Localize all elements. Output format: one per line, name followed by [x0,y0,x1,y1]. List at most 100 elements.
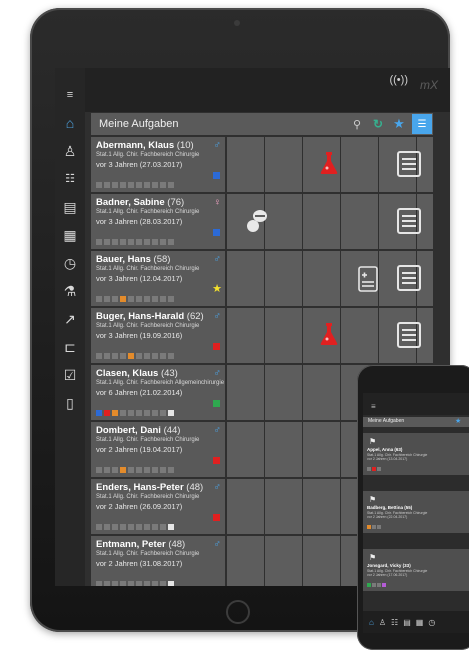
task-grid-cell[interactable] [227,308,264,363]
task-list-icon[interactable] [397,208,421,234]
phone-star-icon[interactable]: ★ [455,417,461,425]
task-grid-cell[interactable] [341,308,378,363]
medication-pill-icon[interactable] [246,209,268,233]
task-grid-cell[interactable] [227,536,264,586]
status-chip [104,182,110,188]
phone-status-chips [367,467,381,471]
status-chip [136,524,142,530]
task-grid-cell[interactable] [265,365,302,420]
phone-patient-row[interactable]: ⚑ Badberg, Bettina (55) Stat.1 Allg. Chir.… [363,491,469,533]
phone-patient-icon[interactable]: ♙ [379,618,386,627]
phone-clock-icon[interactable]: ◷ [428,618,435,627]
task-grid-cell[interactable] [303,365,340,420]
bed-icon[interactable]: ⊏ [60,338,80,356]
task-grid-cell[interactable] [227,422,264,477]
patient-department: Stat.1 Allg. Chir. Fachbereich Allgemein… [96,380,225,386]
task-grid-cell[interactable] [227,251,264,306]
patient-info[interactable]: Badner, Sabine (76) Stat.1 Allg. Chir. Fa… [91,194,225,249]
phone-status-chips [367,583,386,587]
task-list-icon[interactable] [397,151,421,177]
status-chip [168,182,174,188]
lab-flask-icon[interactable] [319,151,339,175]
status-chip [152,524,158,530]
task-grid-cell[interactable] [341,194,378,249]
status-chip [112,239,118,245]
vital-sheet-icon[interactable] [358,266,378,292]
task-grid-cell[interactable] [265,251,302,306]
lab-flask-icon[interactable]: ⚗ [60,282,80,300]
task-grid-cell[interactable] [303,479,340,534]
home-button[interactable] [226,600,250,624]
patient-age: (48) [183,482,204,493]
clock-icon[interactable]: ◷ [60,254,80,272]
patient-name: Badner, Sabine (76) [96,197,220,208]
patient-info[interactable]: Clasen, Klaus (43) Stat.1 Allg. Chir. Fac… [91,365,225,420]
phone-patient-row[interactable]: ⚑ Jonsgard, Vicky (33) Stat.1 Allg. Chir. … [363,549,469,591]
priority-marker [213,400,220,407]
task-list-icon[interactable] [397,322,421,348]
patient-info[interactable]: Enders, Hans-Peter (48) Stat.1 Allg. Chir… [91,479,225,534]
status-chip [128,239,134,245]
refresh-icon[interactable]: ↻ [370,116,386,132]
lab-flask-icon[interactable] [319,322,339,346]
task-grid-cell[interactable] [227,137,264,192]
status-chip [120,524,126,530]
task-grid-cell[interactable] [265,479,302,534]
task-grid-cell[interactable] [303,536,340,586]
phone-patient-date: vor 2 Jahren (17.06.2017) [367,573,408,577]
patient-info[interactable]: Entmann, Peter (48) Stat.1 Allg. Chir. Fa… [91,536,225,586]
home-icon[interactable]: ⌂ [60,114,80,132]
status-chip [112,467,118,473]
phone-home-icon[interactable]: ⌂ [369,618,374,627]
patient-department: Stat.1 Allg. Chir. Fachbereich Chirurgie [96,494,200,500]
task-grid-cell[interactable] [265,422,302,477]
task-grid-cell[interactable] [303,251,340,306]
status-chip [120,353,126,359]
chart-icon[interactable]: ↗ [60,310,80,328]
checkbox-icon[interactable]: ☑ [60,366,80,384]
list-view-button[interactable]: ☰ [412,114,432,134]
patient-info[interactable]: Dombert, Dani (44) Stat.1 Allg. Chir. Fac… [91,422,225,477]
patient-info[interactable]: Bauer, Hans (58) Stat.1 Allg. Chir. Fachb… [91,251,225,306]
phone-menu-icon[interactable]: ≡ [371,402,376,411]
phone-document-icon[interactable]: ▦ [416,618,424,627]
male-icon: ♂ [213,311,222,322]
phone-topbar: ≡ [363,393,469,415]
patient-icon[interactable]: ♙ [60,142,80,160]
patients-group-icon[interactable]: ☷ [60,170,80,188]
phone-group-icon[interactable]: ☷ [391,618,398,627]
patient-row[interactable]: Buger, Hans-Harald (62) Stat.1 Allg. Chir… [91,308,433,363]
status-chips [96,353,174,359]
patient-row[interactable]: Abermann, Klaus (10) Stat.1 Allg. Chir. F… [91,137,433,192]
phone-device: ≡ Meine Aufgaben ★ ⚑ Appel, Anna (63) Stat… [357,365,469,650]
task-grid-cell[interactable] [227,365,264,420]
status-chip [160,410,166,416]
task-grid-cell[interactable] [265,308,302,363]
favorite-star-icon[interactable]: ★ [391,116,407,132]
status-chip [104,581,110,586]
menu-icon[interactable]: ≡ [60,86,80,104]
task-grid-cell[interactable] [265,137,302,192]
task-grid-cell[interactable] [303,194,340,249]
task-list-icon[interactable] [397,265,421,291]
document-icon[interactable]: ▦ [60,226,80,244]
patient-row[interactable]: Bauer, Hans (58) Stat.1 Allg. Chir. Fachb… [91,251,433,306]
phone-clipboard-icon[interactable]: ▤ [403,618,411,627]
admission-date: vor 2 Jahren (19.04.2017) [96,445,183,454]
task-grid-cell[interactable] [303,422,340,477]
task-grid-cell[interactable] [265,194,302,249]
patient-age: (76) [164,197,185,208]
search-icon[interactable]: ⚲ [349,116,365,132]
clipboard-icon[interactable]: ▤ [60,198,80,216]
task-grid-cell[interactable] [265,536,302,586]
file-icon[interactable]: ▯ [60,394,80,412]
patient-info[interactable]: Buger, Hans-Harald (62) Stat.1 Allg. Chir… [91,308,225,363]
task-grid-cell[interactable] [227,479,264,534]
phone-patient-row[interactable]: ⚑ Appel, Anna (63) Stat.1 Allg. Chir. Fach… [363,433,469,475]
patient-info[interactable]: Abermann, Klaus (10) Stat.1 Allg. Chir. F… [91,137,225,192]
patient-department: Stat.1 Allg. Chir. Fachbereich Chirurgie [96,551,200,557]
patient-age: (58) [150,254,171,265]
flag-icon: ⚑ [369,553,377,562]
patient-name-text: Enders, Hans-Peter [96,482,184,493]
task-grid-cell[interactable] [341,137,378,192]
